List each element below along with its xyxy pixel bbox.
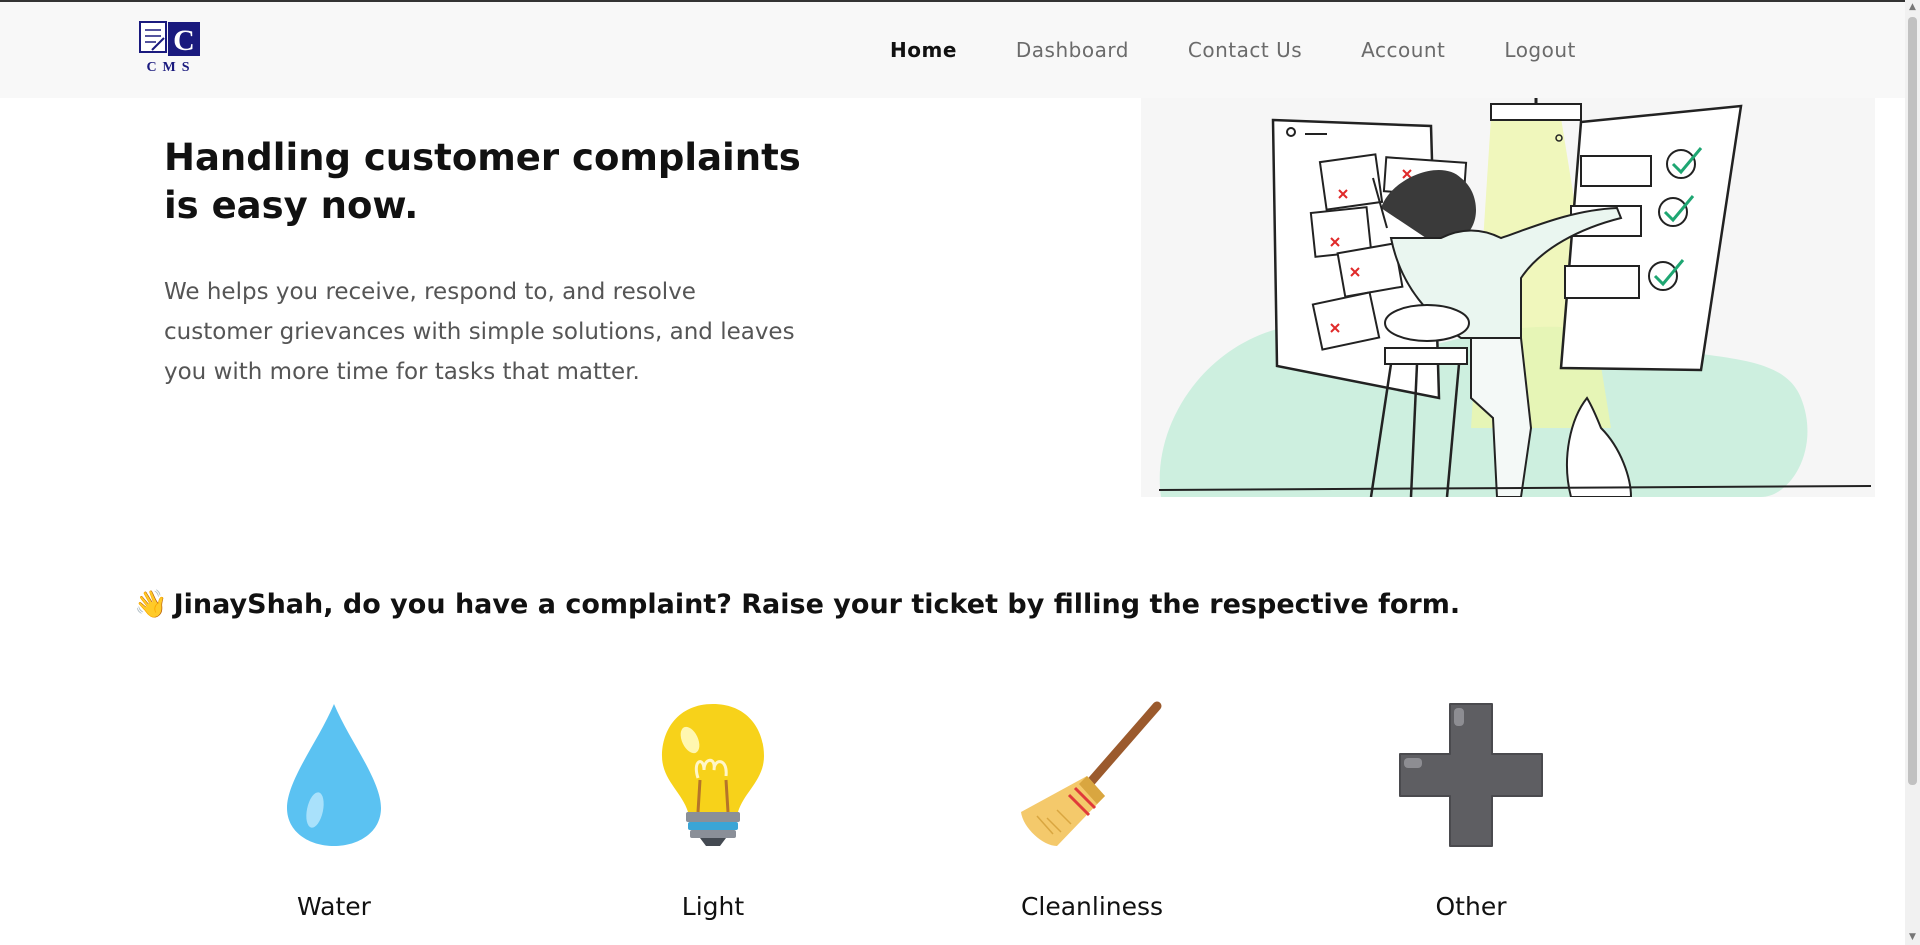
main-nav: Home Dashboard Contact Us Account Logout bbox=[890, 38, 1635, 66]
hero-title: Handling customer complaints is easy now… bbox=[164, 134, 804, 230]
waving-hand-icon: 👋 bbox=[134, 589, 168, 620]
category-water[interactable]: Water bbox=[214, 700, 454, 940]
nav-home[interactable]: Home bbox=[890, 38, 957, 66]
complaint-board-illustration bbox=[1158, 98, 1872, 497]
hero-illustration bbox=[1141, 98, 1875, 497]
nav-logout[interactable]: Logout bbox=[1504, 38, 1575, 66]
scroll-thumb[interactable] bbox=[1908, 17, 1917, 785]
broom-icon bbox=[1021, 701, 1162, 846]
navbar: C CMS Home Dashboard Contact Us Account … bbox=[0, 2, 1905, 98]
hero-text-line1: We helps you receive, respond to, and re… bbox=[164, 279, 696, 305]
logo-graphic: C bbox=[139, 21, 200, 57]
category-light[interactable]: Light bbox=[593, 700, 833, 940]
scroll-up-arrow-icon[interactable]: ▲ bbox=[1905, 0, 1920, 15]
logo-text: CMS bbox=[146, 60, 196, 75]
category-other[interactable]: Other bbox=[1351, 700, 1591, 940]
hero-text-line3: you with more time for tasks that matter… bbox=[164, 359, 640, 385]
scroll-down-arrow-icon[interactable]: ▼ bbox=[1905, 930, 1920, 945]
cms-logo[interactable]: C CMS bbox=[138, 20, 204, 78]
hero-text-line2: customer grievances with simple solution… bbox=[164, 319, 795, 345]
vertical-scrollbar[interactable]: ▲ ▼ bbox=[1905, 0, 1920, 945]
water-drop-icon bbox=[287, 704, 381, 846]
category-water-label: Water bbox=[297, 892, 371, 921]
hero-title-line2: is easy now. bbox=[164, 184, 419, 227]
category-cleanliness[interactable]: Cleanliness bbox=[972, 700, 1212, 940]
nav-contact-us[interactable]: Contact Us bbox=[1188, 38, 1302, 66]
category-light-label: Light bbox=[681, 892, 745, 921]
greeting-text: JinayShah, do you have a complaint? Rais… bbox=[173, 589, 1461, 620]
light-bulb-icon bbox=[662, 704, 764, 846]
plus-icon bbox=[1399, 703, 1543, 847]
hero-description: We helps you receive, respond to, and re… bbox=[164, 272, 804, 392]
svg-text:C: C bbox=[173, 24, 195, 57]
hero-title-line1: Handling customer complaints bbox=[164, 136, 801, 179]
page: C CMS Home Dashboard Contact Us Account … bbox=[0, 0, 1920, 945]
nav-dashboard[interactable]: Dashboard bbox=[1016, 38, 1129, 66]
category-cleanliness-label: Cleanliness bbox=[1020, 892, 1164, 921]
nav-account[interactable]: Account bbox=[1361, 38, 1445, 66]
greeting-heading: 👋 JinayShah, do you have a complaint? Rai… bbox=[134, 588, 1834, 620]
category-other-label: Other bbox=[1435, 892, 1507, 921]
